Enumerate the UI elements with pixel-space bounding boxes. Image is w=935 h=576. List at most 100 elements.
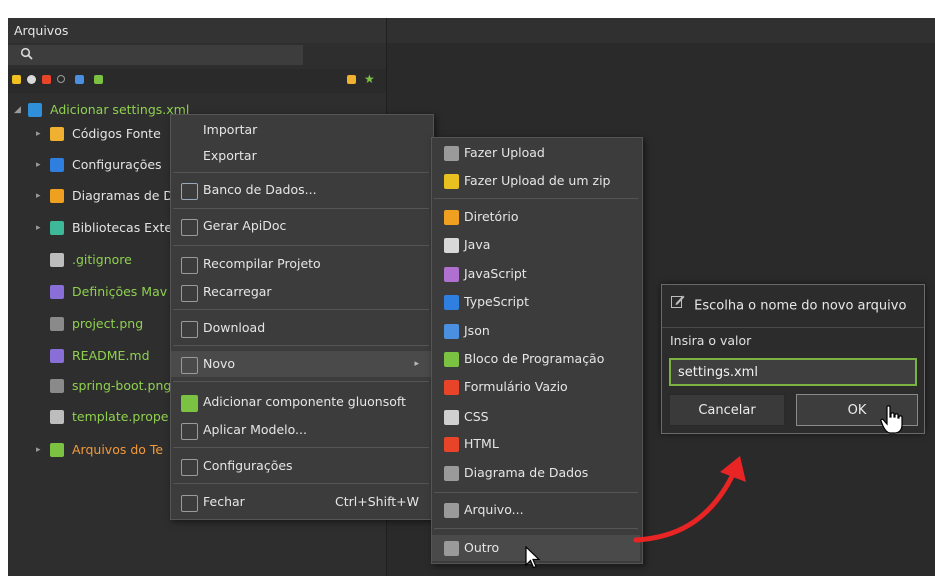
javascript-icon [444,267,459,282]
menu-separator [173,172,429,173]
java-icon [444,238,459,253]
close-icon [181,495,198,512]
menu-item-label: TypeScript [464,294,529,309]
menu-item-label: Diagrama de Dados [464,465,589,480]
menu-item-label: Novo [203,356,236,371]
arrow-cursor-icon [525,546,541,569]
new-file-icon [181,357,198,374]
context-menu-item[interactable]: Importar [171,117,431,143]
submenu-item[interactable]: Java [432,232,640,258]
reload-icon [181,285,198,302]
context-menu-item[interactable]: Download [171,315,431,341]
tree-item-icon [28,103,42,117]
context-menu-item[interactable]: Gerar ApiDoc [171,213,431,239]
star-icon[interactable]: ★ [364,73,375,85]
typescript-icon [444,295,459,310]
html5-icon[interactable] [42,75,51,84]
tree-item-label: Configurações [72,157,162,172]
menu-item-label: JavaScript [464,266,527,281]
tree-item-label: Diagramas de D [72,188,174,203]
menu-item-label: Fechar [203,494,245,509]
submenu-item[interactable]: Diagrama de Dados [432,460,640,486]
input-label: Insira o valor [670,333,752,348]
menu-item-label: Exportar [203,148,257,163]
block-icon [444,352,459,367]
html5-icon [444,380,459,395]
context-menu-item[interactable]: Configurações [171,453,431,479]
edit-icon [670,293,686,319]
tree-item-icon [50,285,64,299]
cancel-button[interactable]: Cancelar [669,394,785,426]
context-menu-item[interactable]: Banco de Dados... [171,177,431,203]
expand-arrow-icon[interactable]: ◢ [14,98,21,122]
expand-arrow-icon[interactable]: ▸ [36,153,41,177]
menu-item-label: Recompilar Projeto [203,256,321,271]
menu-item-label: Diretório [464,209,519,224]
context-menu-item[interactable]: Novo ▸ [171,351,431,377]
context-menu-item[interactable]: Recompilar Projeto [171,251,431,277]
search-field[interactable] [8,45,303,65]
submenu-item[interactable]: Formulário Vazio [432,374,640,400]
menu-item-label: Bloco de Programação [464,351,605,366]
menu-item-label: Gerar ApiDoc [203,218,287,233]
zip-upload-icon [444,174,459,189]
upload-icon [444,146,459,161]
submenu-item[interactable]: JavaScript [432,261,640,287]
expand-arrow-icon[interactable]: ▸ [36,438,41,462]
submenu-item[interactable]: Fazer Upload de um zip [432,168,640,194]
file-name-input[interactable] [669,358,917,386]
submenu-item[interactable]: Bloco de Programação [432,346,640,372]
menu-item-label: Arquivo... [464,502,524,517]
expand-arrow-icon[interactable]: ▸ [36,122,41,146]
submenu-item[interactable]: Diretório [432,204,640,230]
search-icon [20,47,34,65]
context-menu-item[interactable]: Recarregar [171,279,431,305]
menu-item-label: Aplicar Modelo... [203,422,307,437]
tools-icon [181,257,198,274]
editor-tabbar [387,18,935,43]
apidoc-icon [181,219,198,236]
expand-arrow-icon[interactable]: ▸ [36,184,41,208]
download-icon [181,321,198,338]
menu-separator [434,198,638,199]
menu-item-label: Fazer Upload de um zip [464,173,611,188]
menu-separator [173,381,429,382]
tree-item-label: template.prope [72,409,169,424]
tree-item-label: Bibliotecas Exte [72,220,173,235]
expand-arrow-icon[interactable]: ▸ [36,216,41,240]
submenu-item[interactable]: CSS [432,404,640,430]
grid-icon[interactable] [12,75,21,84]
menu-item-label: Download [203,320,266,335]
tree-item-label: Adicionar settings.xml [50,102,190,117]
tree-item-label: Definições Mav [72,284,168,299]
globe-icon[interactable] [27,75,36,84]
menu-separator [173,245,429,246]
menu-separator [173,483,429,484]
context-menu-item[interactable]: Adicionar componente gluonsoft [171,389,431,415]
submenu-item[interactable]: HTML [432,431,640,457]
flag-icon[interactable] [75,75,84,84]
submenu-item[interactable]: TypeScript [432,289,640,315]
folder-icon[interactable] [347,75,356,84]
shortcut-label: Ctrl+Shift+W [335,494,419,509]
plugin-icon[interactable] [94,75,103,84]
tree-item-label: spring-boot.png [72,378,172,393]
menu-item-label: Json [464,323,490,338]
submenu-arrow-icon: ▸ [414,359,419,369]
html5-icon [444,437,459,452]
menu-item-label: Banco de Dados... [203,182,317,197]
context-menu-item[interactable]: Exportar [171,143,431,169]
menu-item-label: CSS [464,409,489,424]
submenu-item[interactable]: Json [432,318,640,344]
menu-item-label: Adicionar componente gluonsoft [203,394,406,409]
diagram-icon[interactable] [57,75,65,83]
submenu-item[interactable]: Fazer Upload [432,140,640,166]
red-arrow-annotation [633,456,746,543]
context-menu-item[interactable]: Aplicar Modelo... [171,417,431,443]
file-icon [444,541,459,556]
new-submenu: Fazer Upload Fazer Upload de um zip Diretó… [431,137,643,564]
submenu-item[interactable]: Arquivo... [432,497,640,523]
tree-item-icon [50,443,64,457]
css-icon [444,410,459,425]
context-menu-item[interactable]: Fechar Ctrl+Shift+W [171,489,431,515]
